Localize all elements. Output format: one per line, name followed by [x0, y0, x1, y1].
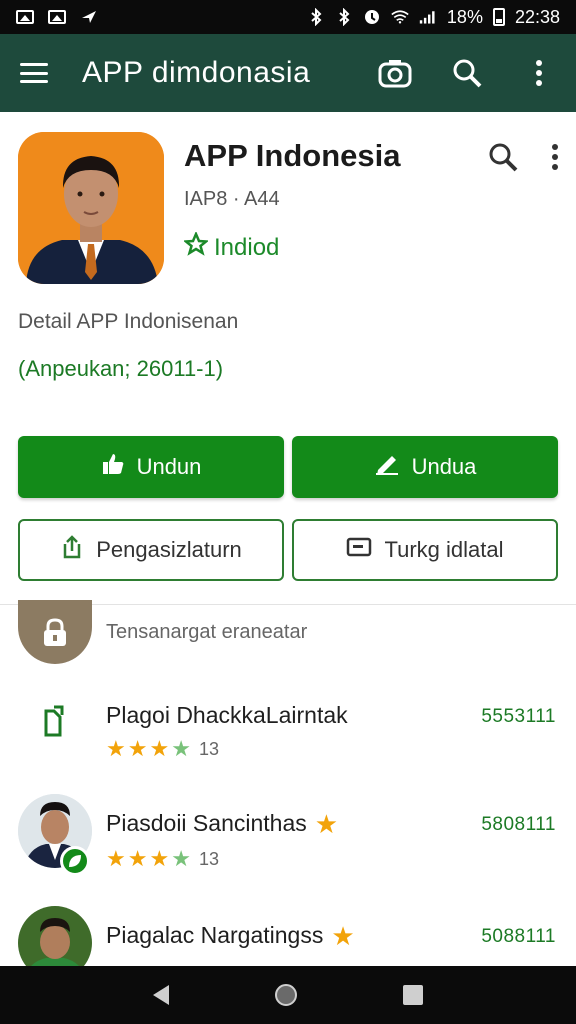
download-button[interactable]: Undun	[18, 436, 284, 498]
bluetooth-icon	[307, 8, 325, 26]
list-item-value-text: 5088111	[481, 926, 556, 947]
app-name: APP Indonesia	[184, 138, 401, 173]
app-bar-actions	[378, 56, 556, 90]
rating-stars: ★ ★ ★ ★ 13	[106, 848, 219, 870]
camera-icon[interactable]	[378, 56, 412, 90]
list-item-value: 5808111	[481, 814, 556, 836]
gallery-icon	[16, 9, 34, 25]
app-header: APP Indonesia IAP8 · A44 Indiod	[0, 112, 576, 302]
app-bar-title: APP dimdonasia	[82, 56, 311, 89]
star-icon: ★	[314, 808, 339, 839]
more-vert-icon[interactable]	[522, 56, 556, 90]
image-icon	[48, 9, 66, 25]
detail-subtitle: (Anpeukan; 26011-1)	[18, 356, 224, 381]
list-item-value: 5088111	[481, 926, 556, 948]
screen: 18% 22:38 APP dimdonasia APP Indonesia I…	[0, 0, 576, 1024]
section-label: Tensanargat eraneatar	[106, 620, 308, 643]
search-icon[interactable]	[450, 56, 484, 90]
star-icon: ★	[149, 736, 170, 761]
share-icon	[60, 534, 84, 566]
star-icon: ★	[331, 920, 355, 951]
list-item-title: Piasdoii Sancinthas ★	[106, 810, 338, 837]
download-button-label: Undun	[136, 454, 202, 479]
star-icon: ★	[149, 846, 170, 871]
list-item-title: Plagoi DhackkaLairntak	[106, 702, 348, 729]
rating-stars: ★ ★ ★ ★ 13	[106, 738, 219, 760]
edit-button-label: Undua	[411, 454, 477, 479]
share-button-label: Pengasizlaturn	[96, 537, 242, 562]
list-item-value-text: 5553111	[481, 706, 556, 727]
list-item-title: Piagalac Nargatingss ★	[106, 922, 355, 949]
thumbs-up-icon	[101, 452, 125, 482]
list-item-title-text: Piagalac Nargatingss	[106, 922, 324, 948]
navigation-icon	[80, 9, 98, 25]
rating-count: 13	[198, 848, 219, 869]
file-share-icon	[18, 684, 92, 758]
list-item[interactable]: Piasdoii Sancinthas ★ ★ ★ ★ ★ 13 5808111	[0, 790, 576, 890]
system-nav-bar	[0, 966, 576, 1024]
developer-link[interactable]: Indiod	[182, 230, 280, 263]
pencil-icon	[374, 452, 400, 482]
battery-percent: 18%	[446, 6, 483, 27]
status-right: 18% 22:38	[307, 7, 560, 28]
card-icon	[346, 536, 372, 564]
star-icon: ★	[106, 846, 126, 871]
list-item-value-text: 5808111	[481, 814, 556, 835]
home-icon[interactable]	[275, 984, 297, 1006]
lock-icon	[18, 600, 92, 664]
status-left	[16, 9, 98, 25]
bluetooth-icon	[335, 8, 353, 26]
list-item-title-text: Piasdoii Sancinthas	[106, 810, 307, 836]
section-header: Tensanargat eraneatar	[18, 600, 558, 664]
data-saver-icon	[363, 9, 381, 25]
list-item[interactable]: Plagoi DhackkaLairntak ★ ★ ★ ★ 13 555311…	[0, 680, 576, 780]
share-button[interactable]: Pengasizlaturn	[18, 519, 284, 581]
recents-icon[interactable]	[403, 985, 423, 1005]
wifi-icon	[391, 9, 409, 25]
search-icon[interactable]	[486, 140, 520, 174]
edit-button[interactable]: Undua	[292, 436, 558, 498]
detail-title: Detail APP Indonisenan	[18, 310, 239, 333]
app-icon	[18, 132, 164, 284]
status-bar: 18% 22:38	[0, 0, 576, 34]
developer-name: Indiod	[214, 233, 280, 261]
back-icon[interactable]	[153, 985, 169, 1005]
list-item-value: 5553111	[481, 706, 556, 728]
battery-icon	[492, 8, 505, 26]
details-button[interactable]: Turkg idlatal	[292, 519, 558, 581]
star-half-icon: ★	[171, 736, 191, 761]
star-half-icon: ★	[171, 846, 191, 871]
star-icon: ★	[106, 736, 126, 761]
signal-icon	[419, 9, 437, 25]
app-meta: IAP8 · A44	[184, 188, 280, 210]
status-time: 22:38	[514, 6, 560, 27]
rating-count: 13	[198, 738, 219, 759]
verified-star-icon	[182, 230, 210, 263]
star-icon: ★	[127, 736, 148, 761]
more-vert-icon[interactable]	[538, 140, 572, 174]
details-button-label: Turkg idlatal	[384, 537, 504, 562]
app-bar: APP dimdonasia	[0, 34, 576, 112]
list-item-title-text: Plagoi DhackkaLairntak	[106, 702, 348, 728]
star-icon: ★	[127, 846, 148, 871]
menu-icon[interactable]	[20, 63, 48, 83]
leaf-badge-icon	[60, 846, 90, 876]
